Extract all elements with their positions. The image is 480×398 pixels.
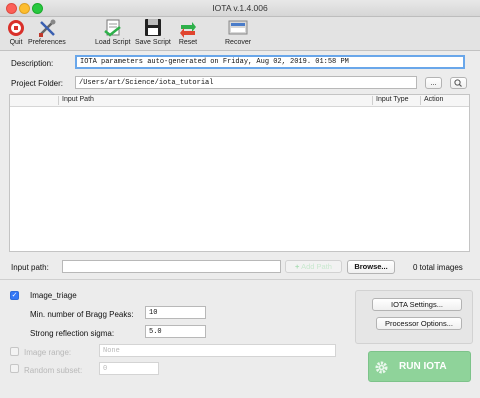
reflection-sigma-input[interactable]: 5.0: [145, 325, 206, 338]
save-script-button[interactable]: Save Script: [135, 18, 171, 46]
project-folder-input[interactable]: /Users/art/Science/iota_tutorial: [75, 76, 417, 89]
image-triage-label: Image_triage: [30, 291, 77, 300]
random-subset-checkbox[interactable]: [10, 364, 19, 373]
image-range-label: Image range:: [24, 348, 72, 357]
column-input-type[interactable]: Input Type: [376, 96, 409, 103]
browse-button[interactable]: Browse...: [347, 260, 395, 274]
column-separator: [58, 96, 59, 105]
column-input-path[interactable]: Input Path: [62, 96, 94, 103]
column-separator: [372, 96, 373, 105]
project-folder-search-button[interactable]: [450, 77, 467, 89]
random-subset-label: Random subset:: [24, 366, 83, 375]
reflection-sigma-label: Strong reflection sigma:: [30, 329, 115, 338]
preferences-icon: [38, 19, 56, 37]
reset-arrows-icon: [180, 22, 196, 38]
description-input[interactable]: IOTA parameters auto-generated on Friday…: [75, 55, 465, 69]
image-triage-checkbox[interactable]: ✓: [10, 291, 19, 300]
column-action[interactable]: Action: [424, 96, 443, 103]
add-path-button[interactable]: + Add Path: [285, 260, 342, 273]
quit-button[interactable]: Quit: [4, 18, 28, 46]
description-label: Description:: [11, 59, 54, 68]
column-separator: [420, 96, 421, 105]
floppy-disk-icon: [144, 19, 161, 36]
input-path-table[interactable]: Input Path Input Type Action: [9, 94, 470, 252]
bragg-peaks-label: Min. number of Bragg Peaks:: [30, 310, 134, 319]
divider: [0, 279, 480, 280]
checkmark-icon: ✓: [11, 292, 18, 299]
input-path-label: Input path:: [11, 263, 49, 272]
title-bar: IOTA v.1.4.006: [0, 0, 480, 17]
total-images-count: 0 total images: [413, 263, 463, 272]
random-subset-input[interactable]: 0: [99, 362, 159, 375]
project-folder-label: Project Folder:: [11, 79, 64, 88]
processor-options-button[interactable]: Processor Options...: [376, 317, 462, 330]
run-iota-label: RUN IOTA: [399, 361, 447, 372]
recover-icon: [228, 20, 248, 35]
image-range-input[interactable]: None: [99, 344, 336, 357]
window-title: IOTA v.1.4.006: [212, 3, 268, 13]
run-iota-button[interactable]: RUN IOTA: [368, 351, 471, 382]
load-script-icon: [103, 19, 121, 37]
table-header: Input Path Input Type Action: [10, 95, 469, 107]
gear-icon: [375, 361, 388, 374]
magnifier-icon: [454, 79, 462, 87]
iota-settings-button[interactable]: IOTA Settings...: [372, 298, 462, 311]
toolbar: Quit Preferences Load Script Save Script: [0, 17, 480, 51]
reset-button[interactable]: Reset: [176, 18, 200, 46]
load-script-button[interactable]: Load Script: [95, 18, 130, 46]
preferences-button[interactable]: Preferences: [28, 18, 66, 46]
plus-icon: +: [295, 262, 300, 271]
input-path-field[interactable]: [62, 260, 281, 273]
bragg-peaks-input[interactable]: 10: [145, 306, 206, 319]
quit-icon: [8, 20, 24, 36]
recover-button[interactable]: Recover: [225, 18, 251, 46]
project-folder-browse-button[interactable]: ...: [425, 77, 442, 89]
image-range-checkbox[interactable]: [10, 347, 19, 356]
